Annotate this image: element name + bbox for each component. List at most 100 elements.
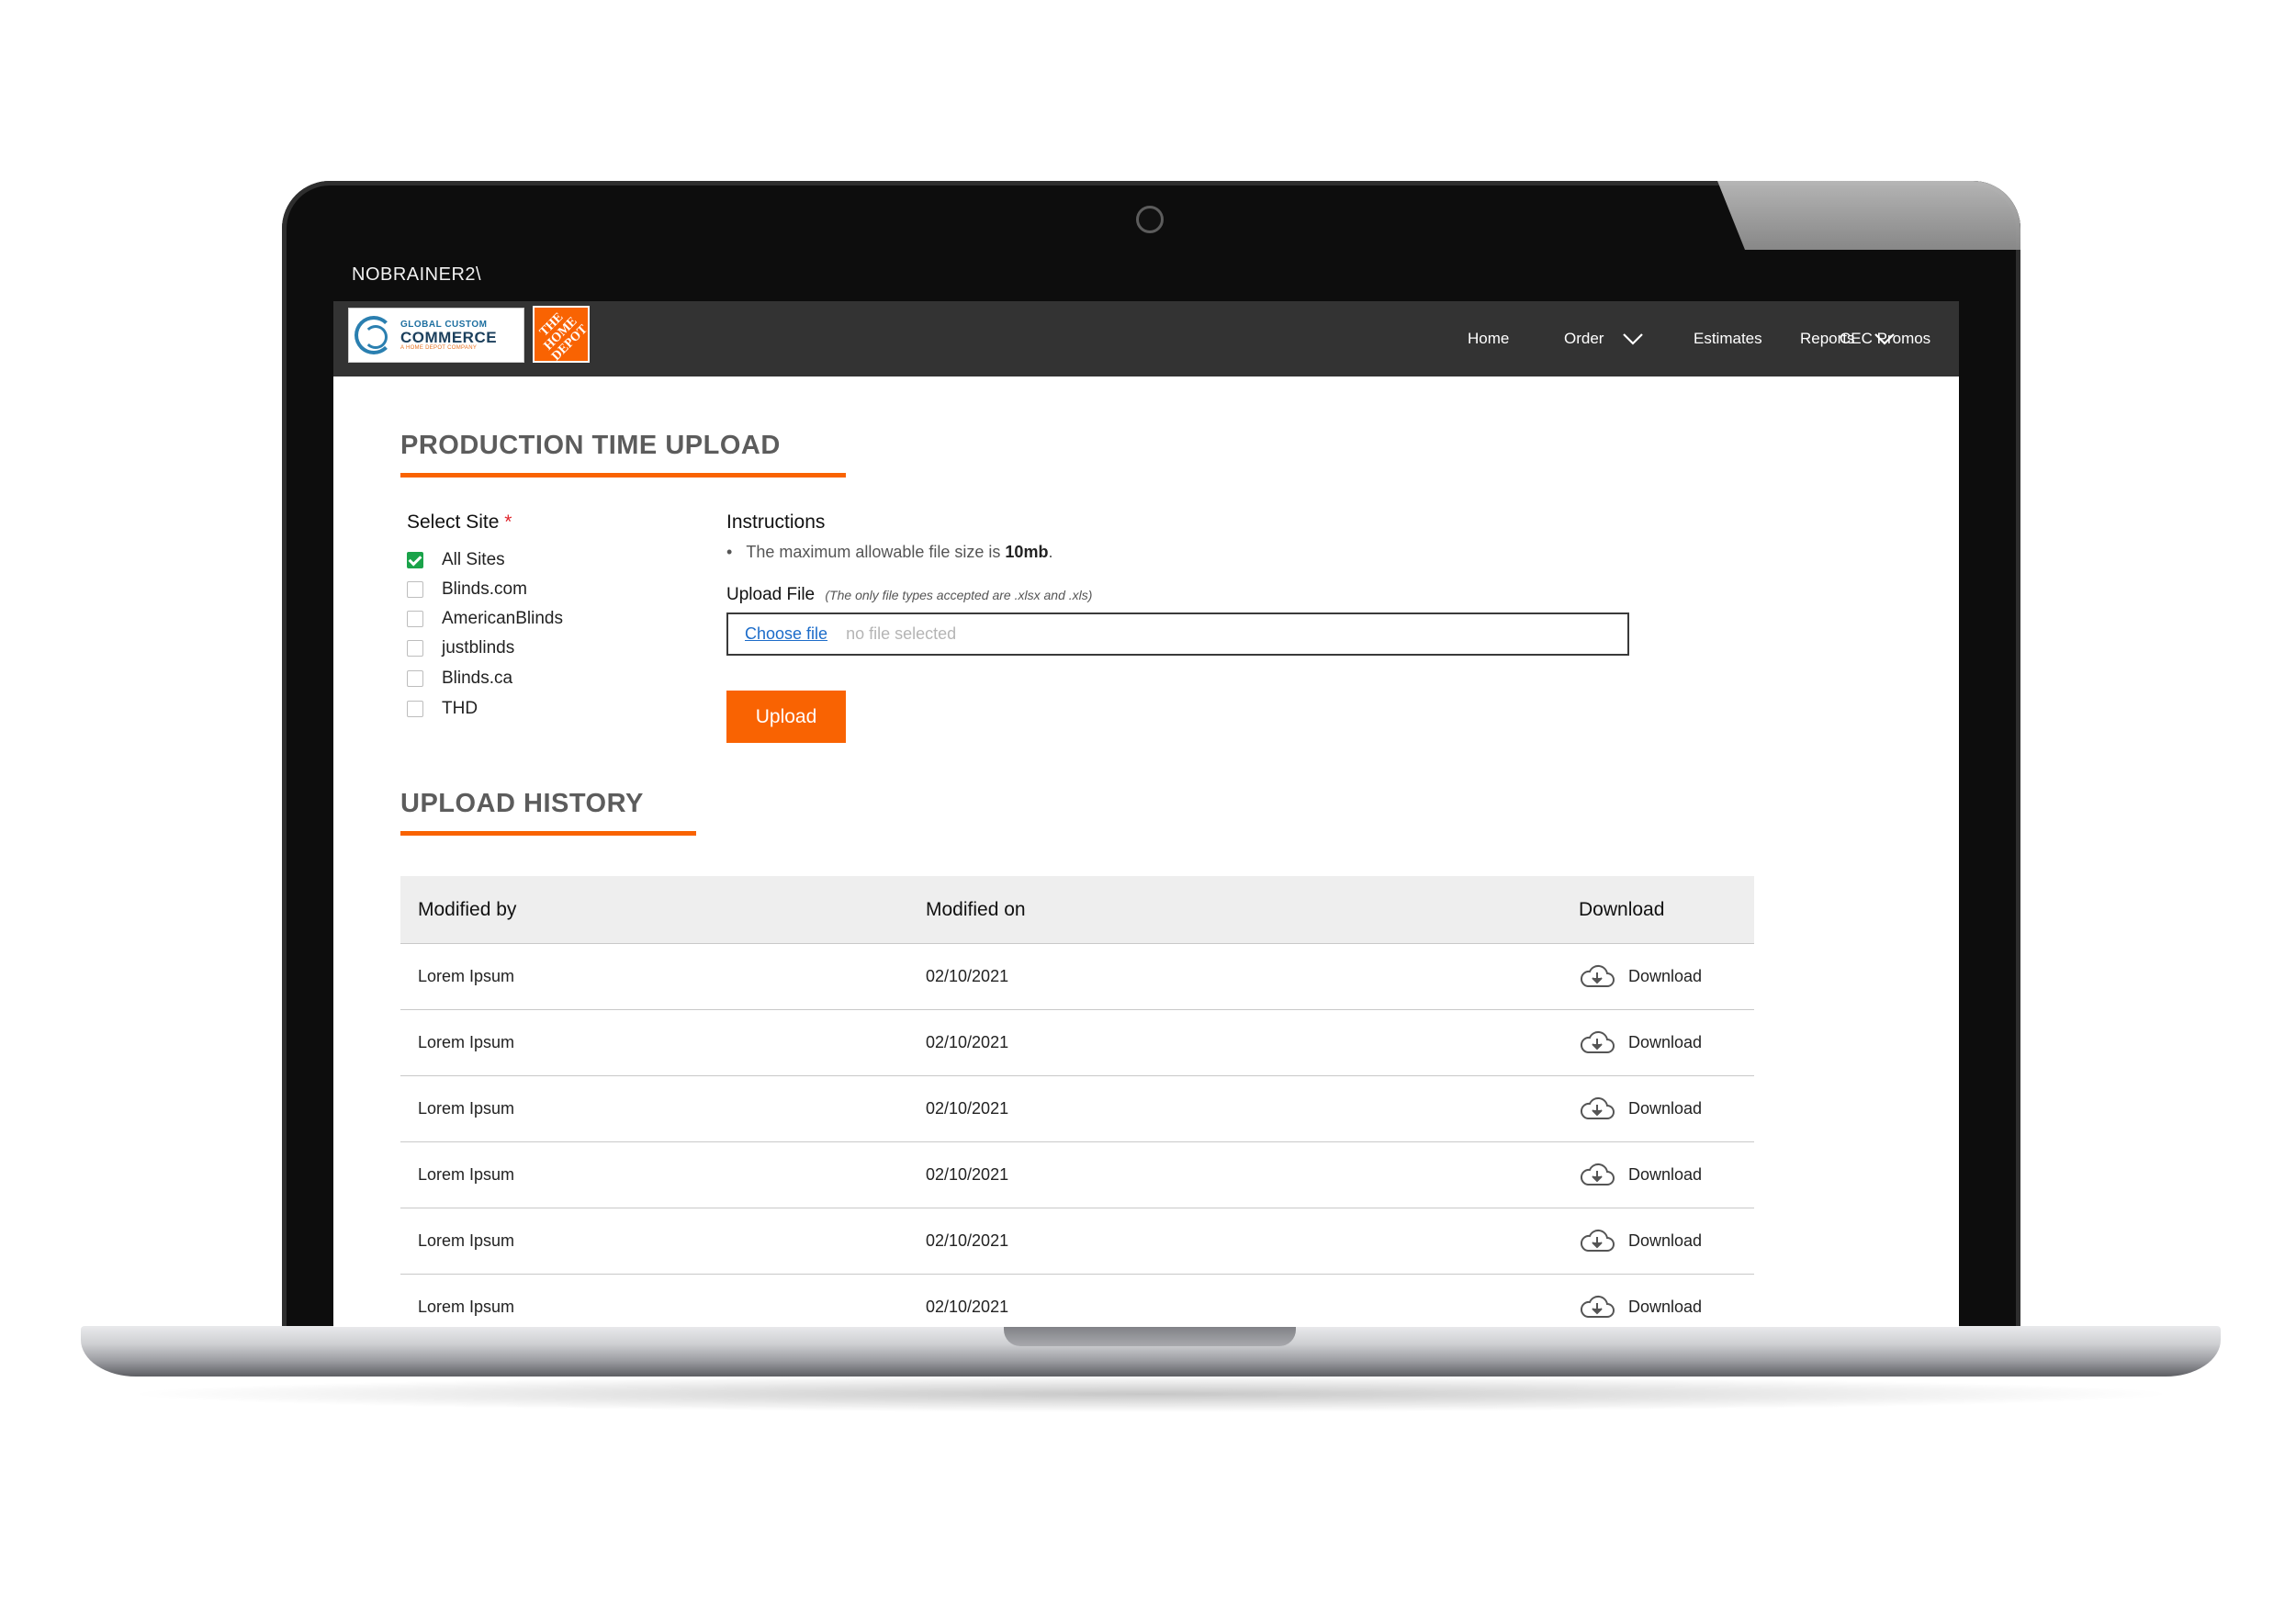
download-link[interactable]: Download [1579, 944, 1702, 1009]
chevron-down-icon[interactable] [1622, 332, 1644, 345]
cloud-download-icon[interactable] [1579, 1096, 1615, 1122]
cell-modified-on: 02/10/2021 [926, 1231, 1009, 1250]
upload-file-label-text: Upload File [726, 585, 816, 604]
upload-button[interactable]: Upload [726, 691, 846, 743]
cell-modified-on: 02/10/2021 [926, 1033, 1009, 1051]
site-option-label: THD [442, 699, 478, 718]
site-option-label: Blinds.ca [442, 669, 513, 688]
site-option-blinds-com[interactable]: Blinds.com [407, 577, 527, 602]
cell-modified-by: Lorem Ipsum [418, 967, 515, 985]
site-option-justblinds[interactable]: justblinds [407, 635, 514, 661]
file-status: no file selected [846, 624, 957, 643]
cell-modified-on: 02/10/2021 [926, 967, 1009, 985]
cell-modified-on: 02/10/2021 [926, 1099, 1009, 1118]
checkbox[interactable] [407, 611, 423, 627]
cell-modified-on: 02/10/2021 [926, 1165, 1009, 1184]
instruction-suffix: . [1048, 543, 1053, 561]
table-row: Lorem Ipsum 02/10/2021 Download [400, 1274, 1754, 1327]
download-link[interactable]: Download [1579, 1142, 1702, 1208]
site-option-thd[interactable]: THD [407, 696, 478, 722]
download-link[interactable]: Download [1579, 1010, 1702, 1075]
col-modified-by: Modified by [418, 898, 517, 920]
lid-glare [1717, 181, 2020, 250]
nav-order[interactable]: Order [1564, 301, 1644, 376]
download-label[interactable]: Download [1628, 1099, 1702, 1118]
table-row: Lorem Ipsum 02/10/2021 Download [400, 943, 1754, 1009]
gcc-swirl-icon [355, 316, 393, 354]
cloud-download-icon[interactable] [1579, 1295, 1615, 1320]
instructions-heading: Instructions [726, 511, 826, 533]
app-header: GLOBAL CUSTOM COMMERCE A HOME DEPOT COMP… [333, 301, 1959, 376]
site-option-label: AmericanBlinds [442, 609, 563, 628]
upload-history-table: Modified by Modified on Download Lorem I… [400, 876, 1754, 1327]
col-modified-on: Modified on [926, 898, 1026, 920]
table-body: Lorem Ipsum 02/10/2021 Download Lorem Ip… [400, 943, 1754, 1327]
site-option-label: All Sites [442, 550, 505, 569]
home-depot-logo-text: THE HOME DEPOT [536, 309, 591, 364]
nav-cec-promos[interactable]: CEC Promos [1840, 301, 1930, 376]
table-header: Modified by Modified on Download [400, 876, 1754, 943]
download-link[interactable]: Download [1579, 1076, 1702, 1141]
screen: GLOBAL CUSTOM COMMERCE A HOME DEPOT COMP… [333, 301, 1959, 1327]
cloud-download-icon[interactable] [1579, 1229, 1615, 1254]
site-option-americanblinds[interactable]: AmericanBlinds [407, 606, 563, 632]
download-link[interactable]: Download [1579, 1275, 1702, 1327]
download-link[interactable]: Download [1579, 1208, 1702, 1274]
history-underline [400, 831, 696, 836]
laptop-notch [1004, 1326, 1296, 1346]
site-option-label: Blinds.com [442, 579, 527, 599]
nav-estimates-label: Estimates [1694, 330, 1762, 347]
nav-cec-promos-label: CEC Promos [1840, 330, 1931, 347]
col-download: Download [1579, 898, 1665, 920]
logo-line1: GLOBAL CUSTOM [400, 319, 488, 330]
camera-icon [1136, 206, 1164, 233]
cell-modified-on: 02/10/2021 [926, 1298, 1009, 1316]
cloud-download-icon[interactable] [1579, 1163, 1615, 1188]
upload-file-label: Upload File (The only file types accepte… [726, 585, 1092, 605]
laptop-shadow [119, 1376, 2182, 1412]
download-label[interactable]: Download [1628, 1298, 1702, 1317]
window-title: NOBRAINER2\ [352, 264, 482, 285]
gcc-logo[interactable]: GLOBAL CUSTOM COMMERCE A HOME DEPOT COMP… [348, 308, 524, 363]
table-row: Lorem Ipsum 02/10/2021 Download [400, 1141, 1754, 1208]
cell-modified-by: Lorem Ipsum [418, 1165, 515, 1184]
download-label[interactable]: Download [1628, 967, 1702, 986]
site-option-all-sites[interactable]: All Sites [407, 547, 505, 573]
instruction-item: • The maximum allowable file size is 10m… [726, 543, 1052, 562]
checkbox[interactable] [407, 581, 423, 598]
logo-line2: COMMERCE [400, 328, 498, 346]
checkbox[interactable] [407, 701, 423, 717]
history-title: UPLOAD HISTORY [400, 789, 644, 818]
cloud-download-icon[interactable] [1579, 964, 1615, 990]
checkbox[interactable] [407, 670, 423, 687]
title-underline [400, 473, 846, 478]
select-site-label-text: Select Site [407, 511, 500, 533]
site-option-blinds-ca[interactable]: Blinds.ca [407, 666, 512, 691]
nav-estimates[interactable]: Estimates [1694, 301, 1762, 376]
table-row: Lorem Ipsum 02/10/2021 Download [400, 1009, 1754, 1075]
site-option-label: justblinds [442, 638, 515, 657]
instruction-size: 10mb [1005, 543, 1049, 561]
home-depot-logo[interactable]: THE HOME DEPOT [533, 306, 591, 364]
instruction-text: The maximum allowable file size is [746, 543, 1006, 561]
cell-modified-by: Lorem Ipsum [418, 1298, 515, 1316]
table-row: Lorem Ipsum 02/10/2021 Download [400, 1208, 1754, 1274]
download-label[interactable]: Download [1628, 1033, 1702, 1052]
download-label[interactable]: Download [1628, 1231, 1702, 1251]
checkbox[interactable] [407, 640, 423, 657]
checkbox-checked-icon[interactable] [407, 552, 423, 568]
cell-modified-by: Lorem Ipsum [418, 1099, 515, 1118]
nav-home[interactable]: Home [1468, 301, 1509, 376]
table-row: Lorem Ipsum 02/10/2021 Download [400, 1075, 1754, 1141]
cell-modified-by: Lorem Ipsum [418, 1033, 515, 1051]
cell-modified-by: Lorem Ipsum [418, 1231, 515, 1250]
choose-file-button[interactable]: Choose file [745, 624, 827, 644]
required-mark: * [504, 511, 512, 533]
file-input[interactable]: Choose file no file selected [726, 612, 1629, 656]
nav-order-label: Order [1564, 330, 1604, 347]
bullet: • [726, 543, 733, 561]
cloud-download-icon[interactable] [1579, 1030, 1615, 1056]
upload-file-note: (The only file types accepted are .xlsx … [825, 588, 1093, 602]
select-site-label: Select Site * [407, 511, 512, 534]
download-label[interactable]: Download [1628, 1165, 1702, 1185]
